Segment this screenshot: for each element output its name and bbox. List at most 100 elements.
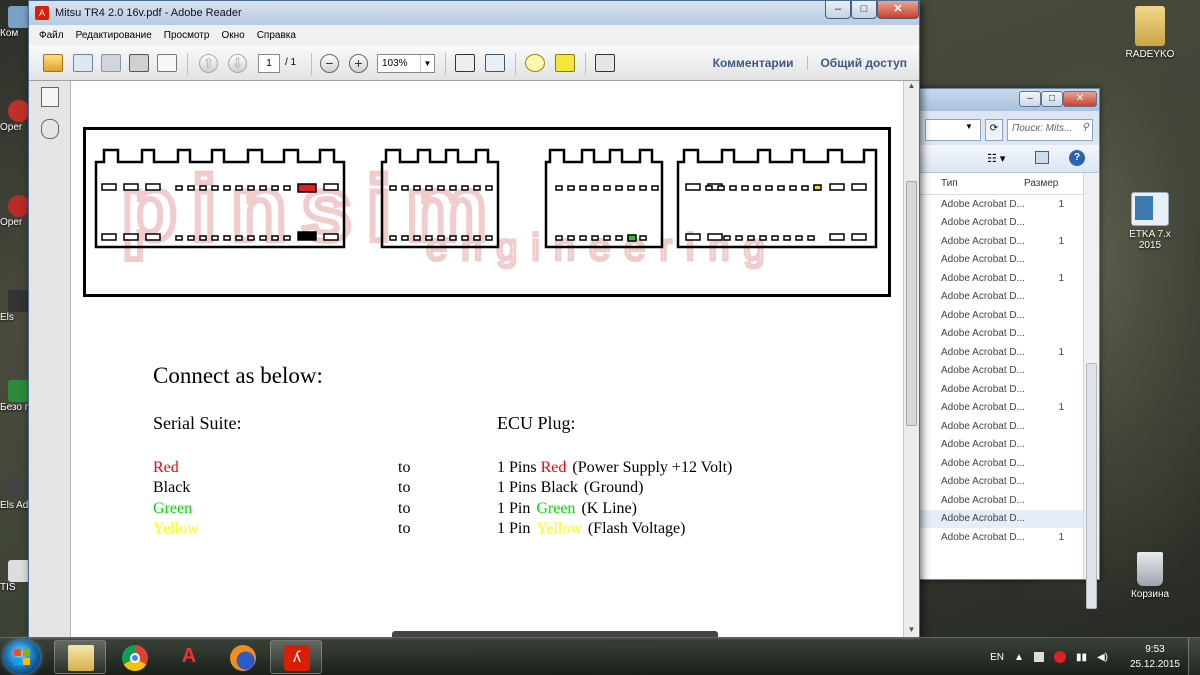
file-row[interactable]: Adobe Acrobat D...	[919, 288, 1083, 307]
folder-icon	[1135, 6, 1165, 46]
desktop-icon-radeyko[interactable]: RADEYKO	[1115, 6, 1185, 60]
maximize-button[interactable]: □	[1041, 91, 1063, 107]
taskbar-explorer[interactable]	[54, 640, 106, 674]
desktop-icon-tis[interactable]: TIS	[0, 560, 30, 593]
open-icon[interactable]	[73, 54, 93, 72]
wire-color-label: Green	[153, 499, 193, 517]
menu-window[interactable]: Окно	[221, 30, 244, 41]
connector-pin	[473, 185, 481, 191]
file-row[interactable]: Adobe Acrobat D... 1	[919, 269, 1083, 288]
file-row[interactable]: Adobe Acrobat D... 1	[919, 232, 1083, 251]
close-button[interactable]: ✕	[1063, 91, 1097, 107]
desktop-icon-opera-1[interactable]: Oper	[0, 100, 30, 133]
file-row[interactable]: Adobe Acrobat D...	[919, 417, 1083, 436]
show-hidden-icons-icon[interactable]: ▲	[1014, 652, 1024, 663]
desktop-icon-opera-2[interactable]: Oper	[0, 195, 30, 228]
desktop-icon-els-admin[interactable]: Els Adm	[0, 478, 30, 511]
connector-pin	[323, 233, 339, 241]
red-pin	[297, 183, 317, 193]
start-button[interactable]	[4, 640, 40, 674]
view-options-icon[interactable]: ☷ ▾	[987, 152, 1005, 165]
explorer-titlebar[interactable]: – □ ✕	[919, 89, 1099, 111]
file-row[interactable]: Adobe Acrobat D...	[919, 306, 1083, 325]
zoom-in-button[interactable]: +	[349, 54, 368, 73]
show-desktop-button[interactable]	[1188, 638, 1200, 675]
email-icon[interactable]	[157, 54, 177, 72]
desktop-icon-etka[interactable]: ETKA 7.x 2015	[1115, 192, 1185, 251]
page-number-input[interactable]: 1	[258, 54, 280, 73]
minimize-button[interactable]: –	[825, 1, 851, 19]
scroll-thumb[interactable]	[906, 181, 917, 426]
file-row[interactable]: Adobe Acrobat D...	[919, 491, 1083, 510]
file-row[interactable]: Adobe Acrobat D...	[919, 509, 1083, 528]
share-link[interactable]: Общий доступ	[807, 56, 907, 70]
comment-icon[interactable]	[525, 54, 545, 72]
file-row[interactable]: Adobe Acrobat D...	[919, 251, 1083, 270]
address-bar[interactable]: ▼	[925, 119, 981, 141]
adobe-reader-icon: A	[35, 6, 49, 20]
menu-help[interactable]: Справка	[257, 30, 296, 41]
file-row[interactable]: Adobe Acrobat D... 1	[919, 399, 1083, 418]
menu-edit[interactable]: Редактирование	[76, 30, 152, 41]
comments-link[interactable]: Комментарии	[713, 56, 794, 70]
taskbar-firefox[interactable]	[216, 640, 268, 674]
help-icon[interactable]: ?	[1069, 150, 1085, 166]
reader-vertical-scrollbar[interactable]: ▲ ▼	[903, 81, 919, 639]
file-row[interactable]: Adobe Acrobat D...	[919, 454, 1083, 473]
desktop-icon-bezopasnost[interactable]: Безо пли	[0, 380, 30, 413]
fullscreen-icon[interactable]	[595, 54, 615, 72]
file-row[interactable]: Adobe Acrobat D... 1	[919, 343, 1083, 362]
desktop-icon-recycle-bin[interactable]: Корзина	[1115, 552, 1185, 600]
previous-page-button[interactable]: ⇧	[199, 54, 218, 73]
search-input[interactable]: Поиск: Mits... ⚲	[1007, 119, 1093, 141]
file-row[interactable]: Adobe Acrobat D... 1	[919, 195, 1083, 214]
file-row[interactable]: Adobe Acrobat D...	[919, 362, 1083, 381]
file-type: Adobe Acrobat D...	[941, 513, 1025, 525]
ecu-connector-diagram: pinsim engineering	[83, 127, 891, 297]
maximize-button[interactable]: □	[851, 1, 877, 19]
network-icon[interactable]: ▮▮	[1076, 652, 1087, 663]
desktop-icon-computer[interactable]: Ком	[0, 6, 30, 39]
create-pdf-icon[interactable]	[43, 54, 63, 72]
file-row[interactable]: Adobe Acrobat D...	[919, 380, 1083, 399]
column-header-size[interactable]: Размер	[1024, 173, 1058, 194]
file-row[interactable]: Adobe Acrobat D...	[919, 436, 1083, 455]
yellow-pin	[813, 184, 822, 191]
file-row[interactable]: Adobe Acrobat D...	[919, 325, 1083, 344]
taskbar-adobe-reader[interactable]: ʎ	[270, 640, 322, 674]
file-type: Adobe Acrobat D...	[941, 235, 1025, 247]
antivirus-icon[interactable]	[1053, 651, 1066, 663]
scroll-up-icon[interactable]: ▲	[904, 81, 919, 95]
flag-icon[interactable]	[1033, 652, 1044, 662]
file-row[interactable]: Adobe Acrobat D... 1	[919, 528, 1083, 547]
attachments-icon[interactable]	[41, 119, 59, 139]
taskbar-chrome[interactable]	[108, 640, 160, 674]
menu-view[interactable]: Просмотр	[164, 30, 210, 41]
fit-page-icon[interactable]	[455, 54, 475, 72]
next-page-button[interactable]: ⇩	[228, 54, 247, 73]
file-row[interactable]: Adobe Acrobat D...	[919, 473, 1083, 492]
taskbar-autodata[interactable]: A	[162, 640, 214, 674]
clock[interactable]: 9:53 25.12.2015	[1130, 642, 1180, 672]
file-row[interactable]: Adobe Acrobat D...	[919, 214, 1083, 233]
desktop-icon-els-1[interactable]: Els	[0, 290, 30, 323]
zoom-select[interactable]: 103% ▼	[377, 54, 435, 73]
reader-titlebar[interactable]: A Mitsu TR4 2.0 16v.pdf - Adobe Reader –…	[29, 1, 919, 25]
volume-icon[interactable]: ◀)	[1097, 652, 1108, 663]
print-icon[interactable]	[129, 54, 149, 72]
save-icon[interactable]	[101, 54, 121, 72]
menu-file[interactable]: Файл	[39, 30, 64, 41]
minimize-button[interactable]: –	[1019, 91, 1041, 107]
column-header-type[interactable]: Тип	[919, 173, 1024, 194]
close-button[interactable]: ✕	[877, 1, 919, 19]
pages-icon[interactable]	[41, 87, 59, 107]
explorer-scrollbar[interactable]	[1083, 173, 1099, 609]
preview-pane-icon[interactable]	[1035, 151, 1049, 164]
highlight-icon[interactable]	[555, 54, 575, 72]
refresh-icon[interactable]: ⟳	[985, 119, 1003, 141]
language-indicator[interactable]: EN	[990, 652, 1004, 663]
fit-width-icon[interactable]	[485, 54, 505, 72]
zoom-out-button[interactable]: −	[320, 54, 339, 73]
connector-pin	[567, 185, 575, 191]
windows-logo-icon	[14, 649, 30, 665]
